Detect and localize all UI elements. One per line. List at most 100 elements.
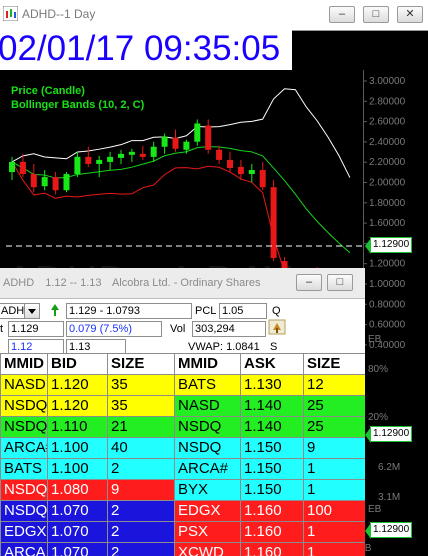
ask-price-cell[interactable]: 1.160 bbox=[240, 542, 304, 556]
bid-price-cell[interactable]: 1.120 bbox=[47, 374, 108, 396]
bid-price-cell[interactable]: 1.120 bbox=[47, 395, 108, 417]
book-header-row: MMID BID SIZE MMID ASK SIZE bbox=[0, 353, 365, 375]
book-row[interactable]: NSDQ 1.070 2 EDGX 1.160 100 bbox=[0, 500, 365, 522]
bid-mmid-cell[interactable]: ARCA# bbox=[0, 437, 48, 459]
bid-size-cell[interactable]: 21 bbox=[107, 416, 175, 438]
bid-mmid-cell[interactable]: ARCA bbox=[0, 542, 48, 556]
bid-price-cell[interactable]: 1.100 bbox=[47, 437, 108, 459]
bid-mmid-cell[interactable]: NSDQ bbox=[0, 416, 48, 438]
ask-mmid-header[interactable]: MMID bbox=[174, 353, 241, 375]
bid-price-cell[interactable]: 1.100 bbox=[47, 458, 108, 480]
ask-size-cell[interactable]: 25 bbox=[303, 416, 365, 438]
chart-titlebar[interactable]: ADHD--1 Day – □ ✕ bbox=[0, 0, 428, 31]
book-row[interactable]: EDGX 1.070 2 PSX 1.160 1 bbox=[0, 521, 365, 543]
ask-mmid-cell[interactable]: PSX bbox=[174, 521, 241, 543]
book-row[interactable]: NSDQ 1.120 35 NASD 1.140 25 bbox=[0, 395, 365, 417]
ask-mmid-cell[interactable]: BYX bbox=[174, 479, 241, 501]
close-button[interactable]: ✕ bbox=[397, 6, 423, 23]
book-row[interactable]: NSDQ 1.110 21 NSDQ 1.140 25 bbox=[0, 416, 365, 438]
minimize-button[interactable]: – bbox=[329, 6, 355, 23]
bid-price-cell[interactable]: 1.070 bbox=[47, 542, 108, 556]
candle-body bbox=[30, 174, 37, 188]
ask-mmid-cell[interactable]: NSDQ bbox=[174, 416, 241, 438]
ask-size-cell[interactable]: 25 bbox=[303, 395, 365, 417]
ask-size-cell[interactable]: 1 bbox=[303, 542, 365, 556]
last-price-field: 1.129 bbox=[8, 321, 64, 337]
ask-price-cell[interactable]: 1.150 bbox=[240, 458, 304, 480]
ask-price-cell[interactable]: 1.130 bbox=[240, 374, 304, 396]
ask-size-cell[interactable]: 1 bbox=[303, 458, 365, 480]
book-row[interactable]: BATS 1.100 2 ARCA# 1.150 1 bbox=[0, 458, 365, 480]
close-icon: ✕ bbox=[405, 8, 415, 20]
bid-price-cell[interactable]: 1.110 bbox=[47, 416, 108, 438]
last-price-tag: 1.12900 bbox=[364, 237, 413, 254]
ask-header[interactable]: ASK bbox=[240, 353, 304, 375]
pcl-field: 1.05 bbox=[219, 303, 267, 319]
ask-mmid-cell[interactable]: XCWD bbox=[174, 542, 241, 556]
ask-price-cell[interactable]: 1.140 bbox=[240, 416, 304, 438]
ask-size-cell[interactable]: 12 bbox=[303, 374, 365, 396]
quote-maximize-button[interactable]: □ bbox=[327, 274, 353, 291]
ask-price-cell[interactable]: 1.160 bbox=[240, 521, 304, 543]
axis-label-3-1m: 3.1M bbox=[378, 492, 400, 503]
level2-quote-window: ADHD 1.12 -- 1.13 Alcobra Ltd. - Ordinar… bbox=[0, 268, 365, 556]
ask-size-cell[interactable]: 100 bbox=[303, 500, 365, 522]
quote-title: ADHD 1.12 -- 1.13 Alcobra Ltd. - Ordinar… bbox=[3, 277, 269, 289]
ask-mmid-cell[interactable]: NASD bbox=[174, 395, 241, 417]
bid-size-cell[interactable]: 2 bbox=[107, 500, 175, 522]
maximize-icon: □ bbox=[336, 276, 344, 288]
order-tool-icon[interactable] bbox=[268, 319, 286, 335]
bid-price-cell[interactable]: 1.070 bbox=[47, 500, 108, 522]
ask-mmid-cell[interactable]: NSDQ bbox=[174, 437, 241, 459]
symbol-dropdown-button[interactable] bbox=[24, 303, 40, 319]
ask-mmid-cell[interactable]: ARCA# bbox=[174, 458, 241, 480]
level2-book-table: MMID BID SIZE MMID ASK SIZE NASD 1.120 35 B… bbox=[0, 353, 365, 556]
book-row[interactable]: NSDQ 1.080 9 BYX 1.150 1 bbox=[0, 479, 365, 501]
bid-size-header[interactable]: SIZE bbox=[107, 353, 175, 375]
bid-mmid-cell[interactable]: NSDQ bbox=[0, 500, 48, 522]
quote-title-range: 1.12 -- 1.13 bbox=[45, 277, 102, 289]
ask-price-cell[interactable]: 1.160 bbox=[240, 500, 304, 522]
bid-mmid-header[interactable]: MMID bbox=[0, 353, 48, 375]
book-row[interactable]: NASD 1.120 35 BATS 1.130 12 bbox=[0, 374, 365, 396]
bid-mmid-cell[interactable]: BATS bbox=[0, 458, 48, 480]
bid-price-cell[interactable]: 1.080 bbox=[47, 479, 108, 501]
price-axis-label: 0.60000 bbox=[369, 320, 406, 331]
ask-size-cell[interactable]: 9 bbox=[303, 437, 365, 459]
ask-mmid-cell[interactable]: EDGX bbox=[174, 500, 241, 522]
ask-size-header[interactable]: SIZE bbox=[303, 353, 365, 375]
up-arrow-icon bbox=[51, 304, 59, 316]
bid-size-cell[interactable]: 2 bbox=[107, 458, 175, 480]
bid-size-cell[interactable]: 35 bbox=[107, 395, 175, 417]
ask-mmid-cell[interactable]: BATS bbox=[174, 374, 241, 396]
bid-size-cell[interactable]: 35 bbox=[107, 374, 175, 396]
bid-mmid-cell[interactable]: NSDQ bbox=[0, 479, 48, 501]
bid-price-cell[interactable]: 1.070 bbox=[47, 521, 108, 543]
quote-titlebar[interactable]: ADHD 1.12 -- 1.13 Alcobra Ltd. - Ordinar… bbox=[0, 268, 365, 299]
price-axis-label: 2.80000 bbox=[369, 96, 406, 107]
bid-size-cell[interactable]: 40 bbox=[107, 437, 175, 459]
bid-mmid-cell[interactable]: NASD bbox=[0, 374, 48, 396]
candle-body bbox=[161, 136, 168, 147]
candle-body bbox=[248, 170, 255, 175]
quote-minimize-button[interactable]: – bbox=[296, 274, 322, 291]
quote-q-button[interactable]: Q bbox=[272, 305, 281, 317]
bid-size-cell[interactable]: 2 bbox=[107, 542, 175, 556]
ask-size-cell[interactable]: 1 bbox=[303, 521, 365, 543]
quote-s-button[interactable]: S bbox=[270, 341, 277, 353]
candle-body bbox=[96, 159, 103, 164]
book-row[interactable]: ARCA#1.10040NSDQ1.1509 bbox=[0, 437, 365, 459]
book-row[interactable]: ARCA 1.070 2 XCWD 1.160 1 bbox=[0, 542, 365, 556]
bid-size-cell[interactable]: 2 bbox=[107, 521, 175, 543]
ask-size-cell[interactable]: 1 bbox=[303, 479, 365, 501]
maximize-button[interactable]: □ bbox=[363, 6, 389, 23]
candle-body bbox=[139, 153, 146, 157]
price-axis-label: 1.00000 bbox=[369, 279, 406, 290]
bid-mmid-cell[interactable]: NSDQ bbox=[0, 395, 48, 417]
ask-price-cell[interactable]: 1.150 bbox=[240, 437, 304, 459]
bid-header[interactable]: BID bbox=[47, 353, 108, 375]
bid-mmid-cell[interactable]: EDGX bbox=[0, 521, 48, 543]
ask-price-cell[interactable]: 1.140 bbox=[240, 395, 304, 417]
ask-price-cell[interactable]: 1.150 bbox=[240, 479, 304, 501]
bid-size-cell[interactable]: 9 bbox=[107, 479, 175, 501]
